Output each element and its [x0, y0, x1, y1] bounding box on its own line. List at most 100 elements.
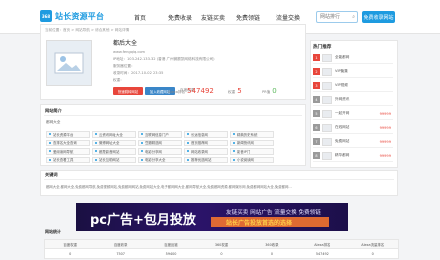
related-site-tile[interactable]: 影音IP门	[230, 148, 274, 155]
site-name: 都后大全	[113, 40, 138, 47]
rank-thumbnail	[322, 81, 332, 90]
banner-sub-text: 友链买卖 网站广告 流量交换 免费领链	[226, 210, 321, 216]
rank-thumbnail	[322, 151, 332, 160]
tile-label: 网站收录网	[191, 149, 208, 154]
related-site-tile[interactable]: 豆瓣精选网	[138, 139, 182, 146]
keywords-text: 都网大全,都网大全,免费都网导航,免费视频网站,免费都网网站,免费网站大全,电子…	[46, 185, 292, 189]
sidebar-rank-item[interactable]: 8 精华都网 99999	[313, 150, 393, 162]
table-header: 百度权重 百度收录 百度反链 360权重 360收录 Alexa排名 Alexa流量排名	[44, 239, 399, 249]
nav-free-submit[interactable]: 免费收录	[168, 13, 192, 22]
tile-label: 云资讯网址大全	[99, 132, 123, 137]
related-site-tile[interactable]: 查排名大全查询	[46, 139, 90, 146]
rank-thumbnail	[322, 95, 332, 104]
stat-weight-label: 权重	[228, 90, 236, 94]
sidebar-rank-item[interactable]: 2 VIP聚集	[313, 66, 393, 78]
nav-free-link[interactable]: 免费领链	[236, 13, 260, 22]
tile-label: 影音IP门	[237, 149, 251, 154]
rank-number: 7	[313, 138, 320, 145]
related-site-tile[interactable]: 云资讯网址大全	[92, 131, 136, 138]
bullet-icon	[49, 133, 51, 136]
related-site-tile[interactable]: 新闻快讯网	[230, 139, 274, 146]
sidebar-rank-item[interactable]: 5 一起开网 99999	[313, 108, 393, 120]
related-site-tile[interactable]: 站长查看工具	[46, 156, 90, 163]
nav-home[interactable]: 首页	[134, 13, 146, 22]
rank-name: VIP聚集	[335, 69, 348, 73]
bullet-icon	[187, 158, 189, 161]
rank-value: 99999	[379, 153, 391, 158]
related-site-tile[interactable]: 互联网信息门户	[138, 131, 182, 138]
bullet-icon	[95, 158, 97, 161]
site-thumbnail	[46, 40, 92, 86]
tile-label: 长远信息网	[191, 132, 208, 137]
related-site-tile[interactable]: 长远信息网	[184, 131, 228, 138]
related-site-tile[interactable]: 站长资源平台	[46, 131, 90, 138]
related-site-tile[interactable]: 微博网址大全	[92, 139, 136, 146]
stat-alexa-value: 547492	[187, 87, 214, 95]
sidebar-rank-item[interactable]: 1 全能都网	[313, 52, 393, 64]
bullet-icon	[187, 150, 189, 153]
rank-name: 免费网站	[335, 139, 350, 143]
submit-site-button[interactable]: 免费收录网站	[362, 11, 395, 23]
tile-label: 电影分享大全	[145, 158, 166, 163]
tile-label: 都是影音网站	[99, 149, 120, 154]
rank-name: VIP视频	[335, 83, 348, 87]
sidebar-rank-item[interactable]: 3 VIP视频	[313, 80, 393, 92]
sidebar-rank-item[interactable]: 7 免费网站 99999	[313, 136, 393, 148]
stat-pr-value: 0	[272, 87, 277, 95]
sidebar-title: 热门推荐	[313, 45, 332, 50]
rank-thumbnail	[322, 53, 332, 62]
search-input[interactable]	[317, 12, 351, 22]
site-weight: 权重：	[113, 78, 124, 82]
related-site-tile[interactable]: 站长互助网站	[92, 156, 136, 163]
tile-label: 小说阅读网	[237, 158, 254, 163]
related-site-tile[interactable]: 爱阅读网导航	[46, 148, 90, 155]
nav-link-trade[interactable]: 友链买卖	[201, 13, 225, 22]
rank-thumbnail	[322, 109, 332, 118]
bullet-icon	[187, 133, 189, 136]
related-site-tile[interactable]: 小说阅读网	[230, 156, 274, 163]
tile-label: 查排名大全查询	[53, 141, 77, 146]
ad-banner[interactable]: pc广告+包月投放 友链买卖 网站广告 流量交换 免费领链 站长广告投放首选的选…	[76, 203, 348, 231]
visit-site-button[interactable]: 快速跳转网站	[113, 87, 143, 95]
table-row: 0 7507 59400 0 0 547492 0	[44, 249, 399, 259]
sidebar-rank-item[interactable]: 4 外网资讯	[313, 94, 393, 106]
related-site-tile[interactable]: 都是影音网站	[92, 148, 136, 155]
related-site-tile[interactable]: 网站收录网	[184, 148, 228, 155]
related-site-tile[interactable]: 首页推荐网	[184, 139, 228, 146]
rank-value: 99999	[379, 125, 391, 130]
banner-main-text: pc广告+包月投放	[90, 213, 196, 228]
stat-pr: PR值 0	[262, 87, 277, 95]
tile-label: 互联网信息门户	[145, 132, 169, 137]
tile-label: 首页推荐网	[191, 141, 208, 146]
bullet-icon	[95, 141, 97, 144]
bullet-icon	[95, 150, 97, 153]
rank-number: 8	[313, 152, 320, 159]
table-cell: 0	[371, 251, 374, 256]
table-cell: 547492	[315, 251, 329, 256]
table-cell: 0	[69, 251, 72, 256]
nav-traffic-swap[interactable]: 流量交换	[276, 13, 300, 22]
tile-label: 精典历史系统	[237, 132, 258, 137]
related-site-tile[interactable]: 精典历史系统	[230, 131, 274, 138]
stat-alexa: Alexa排名 547492	[168, 87, 214, 95]
search-icon[interactable]: ⌕	[352, 14, 355, 20]
site-ip: IP地址：103.242.133.32 (香港 广州微额凯网络科技有限公司)	[113, 57, 215, 61]
rank-number: 3	[313, 82, 320, 89]
rank-thumbnail	[322, 123, 332, 132]
bullet-icon	[233, 141, 235, 144]
rank-number: 6	[313, 124, 320, 131]
stat-weight-value: 5	[237, 87, 242, 95]
tile-label: 新闻快讯网	[237, 141, 254, 146]
stat-pr-label: PR值	[262, 90, 271, 94]
related-site-tile[interactable]: 电影分享网	[138, 148, 182, 155]
stat-alexa-label: Alexa排名	[168, 90, 186, 94]
site-url[interactable]: www.fengqiq.com	[113, 50, 145, 54]
related-site-tile[interactable]: 电影分享大全	[138, 156, 182, 163]
table-cell: 59400	[165, 251, 177, 256]
related-site-tile[interactable]: 推荐优选网站	[184, 156, 228, 163]
sidebar-rank-item[interactable]: 6 在线网站 99999	[313, 122, 393, 134]
stats-title: 网站统计	[45, 229, 61, 234]
rank-number: 1	[313, 54, 320, 61]
table-header-cell: Alexa流量排名	[361, 242, 385, 247]
breadcrumb: 当前位置：首页 > 网站导航 > 综合其他 > 网站详情	[45, 28, 130, 32]
